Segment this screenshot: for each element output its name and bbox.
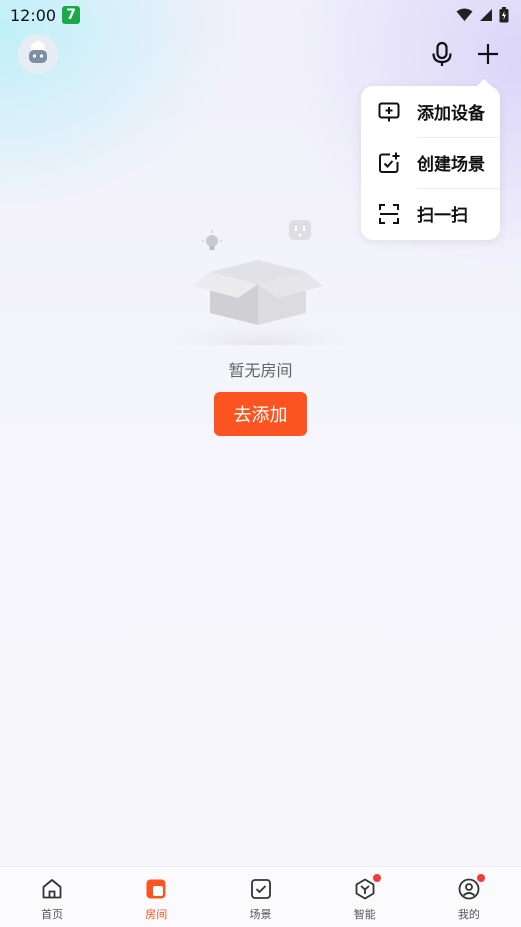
tab-scene[interactable]: 场景 bbox=[208, 867, 312, 927]
signal-icon bbox=[480, 9, 492, 21]
bottom-tab-bar: 首页 房间 场景 智能 我的 bbox=[0, 866, 521, 927]
microphone-icon bbox=[432, 41, 452, 66]
tab-label: 智能 bbox=[353, 908, 376, 921]
microphone-button[interactable] bbox=[426, 38, 458, 70]
empty-box-illustration bbox=[165, 220, 355, 345]
battery-icon bbox=[499, 7, 509, 23]
notification-app-badge: 7 bbox=[62, 6, 81, 24]
clock: 12:00 bbox=[10, 5, 57, 25]
menu-item-create-scene[interactable]: 创建场景 bbox=[361, 137, 500, 188]
create-scene-icon bbox=[376, 150, 402, 176]
empty-state-message: 暂无房间 bbox=[228, 361, 293, 380]
menu-item-label: 扫一扫 bbox=[417, 206, 468, 226]
room-icon bbox=[144, 877, 168, 901]
profile-icon bbox=[457, 874, 485, 901]
status-bar: 12:00 7 bbox=[0, 0, 521, 30]
add-device-icon bbox=[376, 99, 402, 125]
tab-label: 我的 bbox=[457, 908, 480, 921]
wifi-icon bbox=[456, 8, 473, 21]
add-room-button[interactable]: 去添加 bbox=[214, 392, 307, 436]
add-button[interactable] bbox=[472, 38, 504, 70]
lightbulb-icon bbox=[202, 230, 222, 250]
home-icon bbox=[40, 877, 64, 901]
socket-icon bbox=[289, 220, 311, 240]
robot-avatar-icon bbox=[29, 40, 47, 63]
menu-item-label: 创建场景 bbox=[417, 155, 485, 175]
tab-profile[interactable]: 我的 bbox=[417, 867, 521, 927]
top-bar bbox=[0, 30, 521, 80]
notification-dot bbox=[372, 874, 381, 882]
plus-icon bbox=[478, 44, 498, 64]
add-popup-menu: 添加设备 创建场景 扫一扫 bbox=[361, 79, 500, 240]
tab-label: 房间 bbox=[145, 908, 168, 921]
scan-icon bbox=[376, 201, 402, 227]
tab-room[interactable]: 房间 bbox=[104, 867, 208, 927]
notification-dot bbox=[476, 874, 485, 882]
scene-icon bbox=[249, 877, 273, 901]
menu-item-scan[interactable]: 扫一扫 bbox=[361, 188, 500, 239]
avatar[interactable] bbox=[18, 34, 58, 74]
tab-label: 场景 bbox=[249, 908, 272, 921]
menu-item-add-device[interactable]: 添加设备 bbox=[361, 86, 500, 137]
tab-smart[interactable]: 智能 bbox=[313, 867, 417, 927]
tab-label: 首页 bbox=[41, 908, 64, 921]
smart-icon bbox=[353, 874, 381, 901]
tab-home[interactable]: 首页 bbox=[0, 867, 104, 927]
menu-item-label: 添加设备 bbox=[417, 104, 485, 124]
